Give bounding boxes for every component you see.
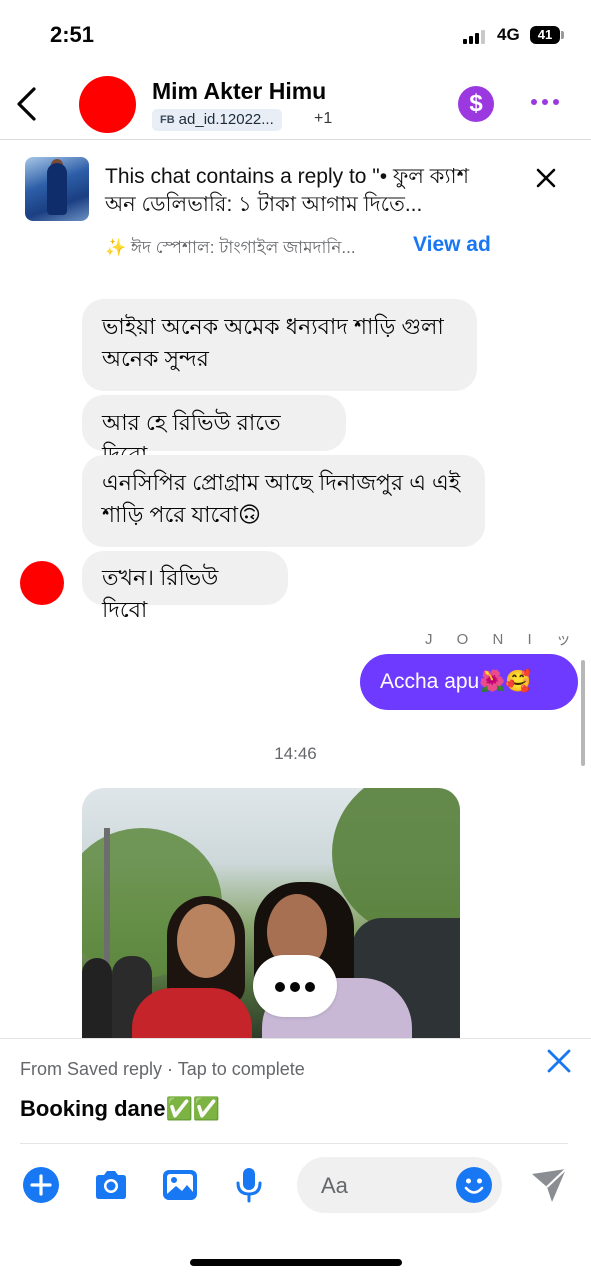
incoming-message[interactable]: তখন। রিভিউ দিবো bbox=[82, 551, 288, 622]
ad-id-text: ad_id.12022... bbox=[178, 111, 274, 128]
sender-name-label: J O N I ッ bbox=[425, 631, 581, 648]
ad-reply-text: This chat contains a reply to "• ফুল ক্য… bbox=[105, 165, 470, 216]
header-divider bbox=[0, 139, 591, 140]
message-input-container[interactable] bbox=[297, 1157, 502, 1215]
saved-reply-hint: From Saved reply · Tap to complete bbox=[20, 1059, 305, 1079]
panel-border bbox=[0, 1038, 591, 1039]
incoming-message[interactable]: এনসিপির প্রোগ্রাম আছে দিনাজপুর এ এই শাড়… bbox=[82, 455, 485, 547]
extra-labels-count[interactable]: +1 bbox=[314, 110, 332, 128]
home-indicator bbox=[190, 1259, 402, 1266]
ad-subtitle: ✨ ঈদ স্পেশাল: টাংগাইল জামদানি... bbox=[105, 238, 356, 257]
battery-icon: 41 bbox=[530, 26, 560, 44]
network-type: 4G bbox=[497, 25, 520, 44]
signal-icon bbox=[463, 30, 489, 44]
incoming-message[interactable]: আর হে রিভিউ রাতে দিবো bbox=[82, 395, 346, 467]
contact-avatar[interactable] bbox=[79, 76, 136, 133]
dollar-icon[interactable]: $ bbox=[458, 86, 494, 122]
ad-id-badge[interactable]: FB ad_id.12022... bbox=[152, 109, 282, 131]
message-input[interactable] bbox=[319, 1157, 443, 1215]
battery-tip bbox=[561, 31, 564, 39]
typing-indicator bbox=[253, 955, 337, 1017]
close-icon[interactable] bbox=[546, 1048, 572, 1074]
sender-avatar[interactable] bbox=[20, 561, 64, 605]
back-chevron-icon[interactable] bbox=[12, 86, 44, 122]
message-timestamp: 14:46 bbox=[274, 744, 317, 763]
gallery-icon[interactable] bbox=[161, 1166, 199, 1204]
send-icon[interactable] bbox=[530, 1166, 568, 1204]
saved-reply-text[interactable]: Booking dane✅✅ bbox=[20, 1096, 220, 1122]
microphone-icon[interactable] bbox=[230, 1166, 268, 1204]
camera-icon[interactable] bbox=[92, 1166, 130, 1204]
incoming-message[interactable]: ভাইয়া অনেক অমেক ধন্যবাদ শাড়ি গুলা অনেক… bbox=[82, 299, 477, 391]
close-icon[interactable] bbox=[534, 166, 558, 190]
view-ad-link[interactable]: View ad bbox=[413, 233, 491, 257]
panel-divider bbox=[20, 1143, 568, 1144]
ad-thumbnail[interactable] bbox=[25, 157, 89, 221]
status-time: 2:51 bbox=[50, 22, 95, 47]
emoji-icon[interactable] bbox=[455, 1166, 493, 1204]
contact-name[interactable]: Mim Akter Himu bbox=[152, 78, 326, 105]
outgoing-message[interactable]: Accha apu🌺🥰 bbox=[360, 654, 578, 710]
fb-label: FB bbox=[160, 114, 175, 126]
plus-icon[interactable] bbox=[22, 1166, 60, 1204]
more-dots-icon[interactable] bbox=[529, 92, 561, 112]
